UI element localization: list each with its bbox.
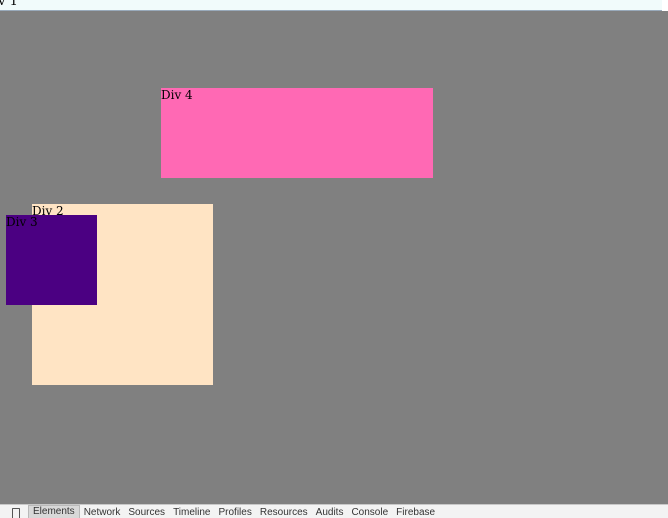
- browser-viewport: Div 4 Div 2 Div 3 iv 1 Elements Network …: [0, 0, 668, 518]
- div-1-label: iv 1: [0, 0, 662, 11]
- div-3-label: Div 3: [6, 215, 38, 229]
- tab-resources[interactable]: Resources: [256, 507, 312, 518]
- tab-firebase[interactable]: Firebase: [392, 507, 439, 518]
- tab-network[interactable]: Network: [80, 507, 125, 518]
- device-mode-icon[interactable]: [12, 508, 20, 518]
- tab-console[interactable]: Console: [347, 507, 392, 518]
- tab-audits[interactable]: Audits: [312, 507, 348, 518]
- tab-profiles[interactable]: Profiles: [214, 507, 255, 518]
- tab-sources[interactable]: Sources: [124, 507, 169, 518]
- div-4-box: Div 4: [161, 88, 433, 178]
- tab-timeline[interactable]: Timeline: [169, 507, 214, 518]
- div-3-box: Div 3: [6, 215, 97, 305]
- div-1-container: Div 4 Div 2 Div 3: [0, 11, 668, 504]
- devtools-tab-bar: Elements Network Sources Timeline Profil…: [0, 504, 668, 518]
- div-4-label: Div 4: [161, 88, 193, 102]
- tab-elements[interactable]: Elements: [28, 505, 80, 518]
